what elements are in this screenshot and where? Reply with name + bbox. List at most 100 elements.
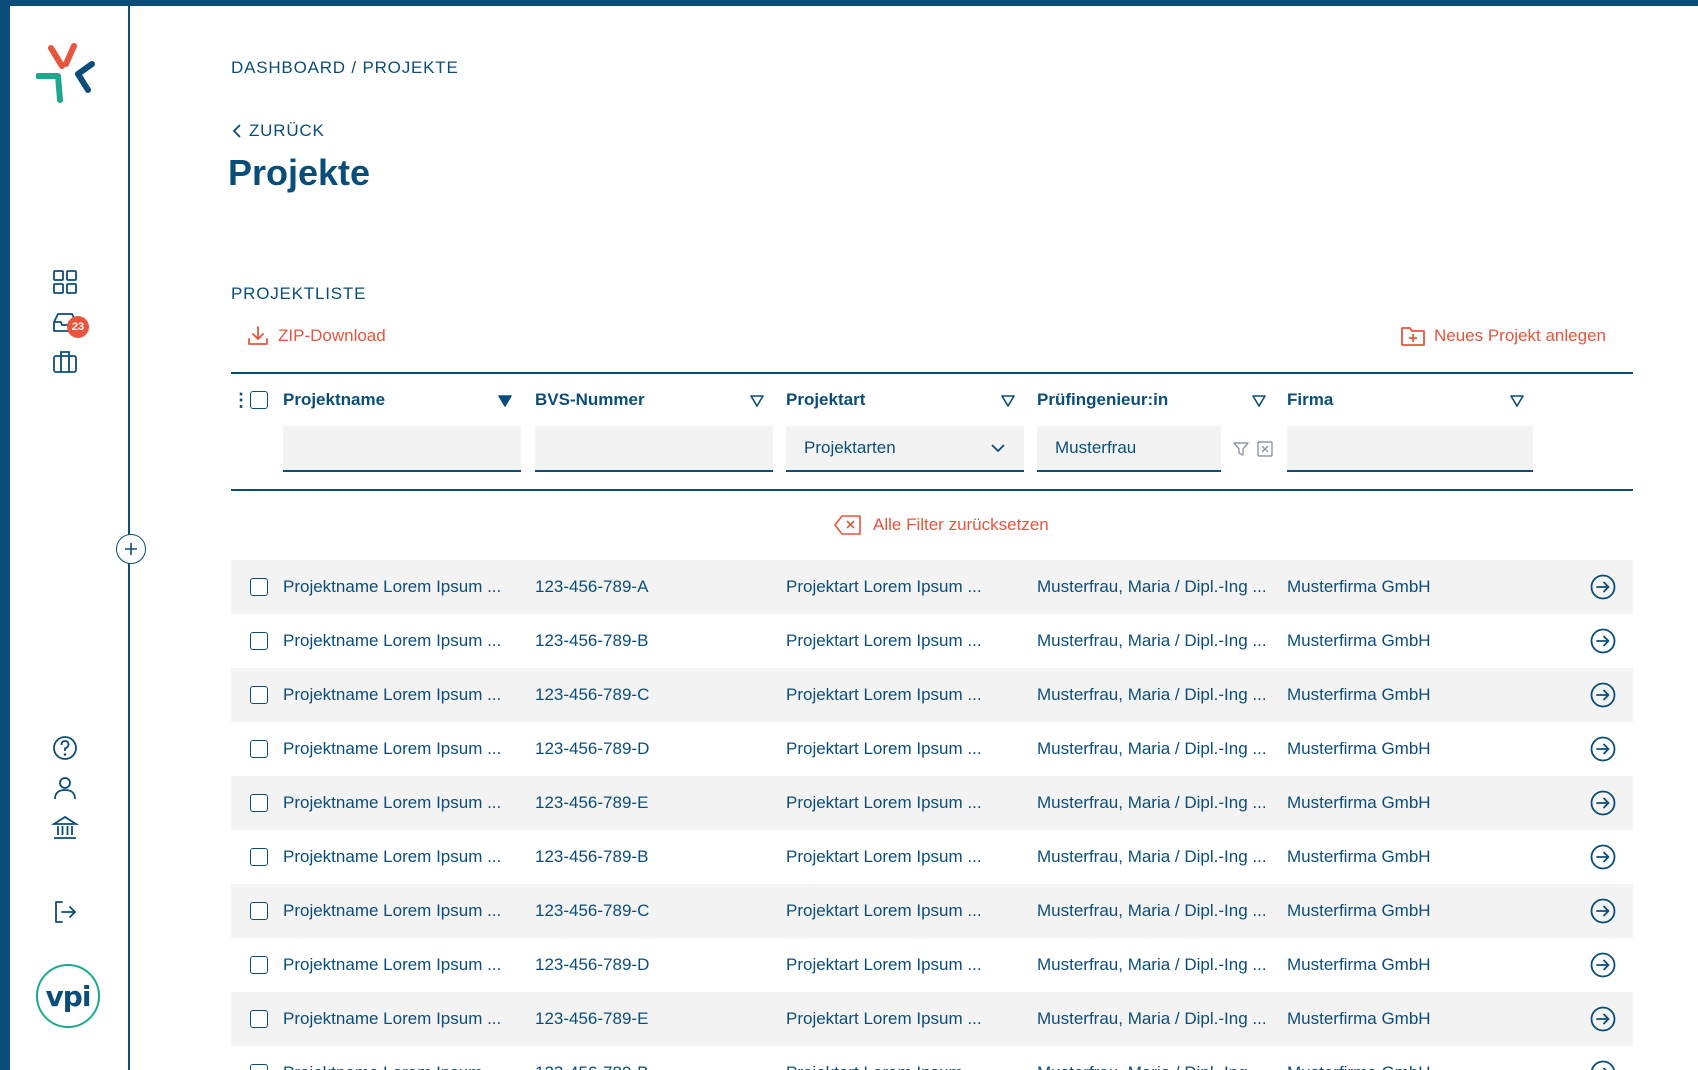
cell-engineer: Musterfrau, Maria / Dipl.-Ing ... bbox=[1037, 901, 1267, 920]
back-label: ZURÜCK bbox=[249, 121, 325, 140]
briefcase-icon[interactable] bbox=[51, 348, 79, 376]
user-icon[interactable] bbox=[51, 774, 79, 802]
cell-type: Projektart Lorem Ipsum ... bbox=[786, 955, 982, 974]
row-checkbox[interactable] bbox=[250, 686, 268, 704]
cell-type: Projektart Lorem Ipsum ... bbox=[786, 685, 982, 704]
row-checkbox[interactable] bbox=[250, 794, 268, 812]
filter-name-input[interactable] bbox=[283, 426, 521, 472]
column-header-type: Projektart bbox=[786, 390, 866, 409]
help-icon[interactable] bbox=[51, 734, 79, 762]
arrow-right-circle-icon[interactable] bbox=[1589, 627, 1617, 655]
cell-bvs: 123-456-789-E bbox=[535, 793, 649, 812]
cell-name: Projektname Lorem Ipsum ... bbox=[283, 739, 502, 758]
arrow-right-circle-icon[interactable] bbox=[1589, 573, 1617, 601]
cell-type: Projektart Lorem Ipsum ... bbox=[786, 577, 982, 596]
breadcrumb[interactable]: DASHBOARD / PROJEKTE bbox=[231, 58, 459, 78]
institution-icon[interactable] bbox=[50, 814, 80, 842]
dashboard-grid-icon[interactable] bbox=[51, 268, 79, 296]
cell-name: Projektname Lorem Ipsum ... bbox=[283, 1009, 502, 1028]
cell-engineer: Musterfrau, Maria / Dipl.-Ing ... bbox=[1037, 631, 1267, 650]
page-title: Projekte bbox=[228, 152, 371, 193]
cell-type: Projektart Lorem Ipsum ... bbox=[786, 739, 982, 758]
cell-bvs: 123-456-789-A bbox=[535, 577, 649, 596]
arrow-right-circle-icon[interactable] bbox=[1589, 681, 1617, 709]
cell-engineer: Musterfrau, Maria / Dipl.-Ing ... bbox=[1037, 793, 1267, 812]
filter-icon[interactable] bbox=[1232, 440, 1250, 458]
notification-badge: 23 bbox=[67, 316, 89, 338]
cell-type: Projektart Lorem Ipsum ... bbox=[786, 793, 982, 812]
table-row[interactable]: Projektname Lorem Ipsum ... 123-456-789-C… bbox=[231, 668, 1633, 722]
chevron-down-icon bbox=[991, 444, 1005, 453]
sort-icon[interactable] bbox=[1251, 394, 1267, 408]
cell-company: Musterfirma GmbH bbox=[1287, 631, 1431, 650]
new-project-button[interactable]: Neues Projekt anlegen bbox=[1400, 324, 1606, 348]
cell-bvs: 123-456-789-B bbox=[535, 847, 649, 866]
table-row[interactable]: Projektname Lorem Ipsum ... 123-456-789-E… bbox=[231, 776, 1633, 830]
row-checkbox[interactable] bbox=[250, 1064, 268, 1070]
row-checkbox[interactable] bbox=[250, 740, 268, 758]
vpi-logo: vpi bbox=[36, 964, 100, 1028]
cell-company: Musterfirma GmbH bbox=[1287, 685, 1431, 704]
cell-bvs: 123-456-789-E bbox=[535, 1009, 649, 1028]
arrow-right-circle-icon[interactable] bbox=[1589, 897, 1617, 925]
clear-all-icon bbox=[834, 515, 861, 535]
logout-icon[interactable] bbox=[51, 898, 79, 926]
row-checkbox[interactable] bbox=[250, 902, 268, 920]
table-row[interactable]: Projektname Lorem Ipsum ... 123-456-789-B… bbox=[231, 614, 1633, 668]
app-logo-icon[interactable] bbox=[35, 42, 96, 106]
section-title: PROJEKTLISTE bbox=[231, 284, 367, 303]
table-row[interactable]: Projektname Lorem Ipsum ... 123-456-789-A… bbox=[231, 560, 1633, 614]
cell-bvs: 123-456-789-C bbox=[535, 901, 650, 920]
table-row[interactable]: Projektname Lorem Ipsum ... 123-456-789-C… bbox=[231, 884, 1633, 938]
sort-icon[interactable] bbox=[1000, 394, 1016, 408]
filter-bvs-input[interactable] bbox=[535, 426, 773, 472]
cell-name: Projektname Lorem Ipsum ... bbox=[283, 685, 502, 704]
cell-engineer: Musterfrau, Maria / Dipl.-Ing ... bbox=[1037, 1009, 1267, 1028]
table-row[interactable]: Projektname Lorem Ipsum ... 123-456-789-D… bbox=[231, 722, 1633, 776]
row-checkbox[interactable] bbox=[250, 632, 268, 650]
new-project-label: Neues Projekt anlegen bbox=[1433, 326, 1606, 345]
reset-filters-button[interactable]: Alle Filter zurücksetzen bbox=[833, 514, 1049, 536]
sort-icon[interactable] bbox=[1509, 394, 1525, 408]
table-row[interactable]: Projektname Lorem Ipsum ... 123-456-789-E… bbox=[231, 992, 1633, 1046]
column-header-bvs: BVS-Nummer bbox=[535, 390, 645, 409]
cell-company: Musterfirma GmbH bbox=[1287, 739, 1431, 758]
filter-company-input[interactable] bbox=[1287, 426, 1533, 472]
cell-name: Projektname Lorem Ipsum ... bbox=[283, 631, 502, 650]
select-all-checkbox[interactable] bbox=[250, 391, 268, 409]
clear-filter-icon[interactable] bbox=[1256, 440, 1274, 458]
arrow-right-circle-icon[interactable] bbox=[1589, 1059, 1617, 1070]
zip-download-button[interactable]: ZIP-Download bbox=[246, 324, 386, 348]
arrow-right-circle-icon[interactable] bbox=[1589, 1005, 1617, 1033]
back-link[interactable]: ZURÜCK bbox=[231, 121, 325, 141]
row-checkbox[interactable] bbox=[250, 578, 268, 596]
sort-icon[interactable] bbox=[497, 394, 513, 408]
cell-type: Projektart Lorem Ipsum ... bbox=[786, 1009, 982, 1028]
table-row[interactable]: Projektname Lorem Ipsum ... 123-456-789-D… bbox=[231, 938, 1633, 992]
cell-type: Projektart Lorem Ipsum ... bbox=[786, 1063, 982, 1070]
row-checkbox[interactable] bbox=[250, 1010, 268, 1028]
arrow-right-circle-icon[interactable] bbox=[1589, 789, 1617, 817]
filter-type-select[interactable]: Projektarten bbox=[786, 426, 1024, 472]
cell-company: Musterfirma GmbH bbox=[1287, 1009, 1431, 1028]
table-row[interactable]: Projektname Lorem Ipsum ... 123-456-789-B… bbox=[231, 830, 1633, 884]
table-row[interactable]: Projektname Lorem Ipsum ... 123-456-789-B… bbox=[231, 1046, 1633, 1070]
arrow-right-circle-icon[interactable] bbox=[1589, 951, 1617, 979]
sidebar-toggle-button[interactable] bbox=[116, 534, 146, 564]
column-header-engineer: Prüfingenieur:in bbox=[1037, 390, 1169, 409]
column-header-company: Firma bbox=[1287, 390, 1334, 409]
row-checkbox[interactable] bbox=[250, 956, 268, 974]
arrow-right-circle-icon[interactable] bbox=[1589, 843, 1617, 871]
app-frame: 23 vpi DASHBOARD / PROJEKTE ZURÜCK Proje… bbox=[10, 6, 1698, 1070]
row-checkbox[interactable] bbox=[250, 848, 268, 866]
cell-company: Musterfirma GmbH bbox=[1287, 847, 1431, 866]
reset-filters-label: Alle Filter zurücksetzen bbox=[873, 515, 1049, 534]
sort-icon[interactable] bbox=[749, 394, 765, 408]
cell-bvs: 123-456-789-D bbox=[535, 739, 650, 758]
arrow-right-circle-icon[interactable] bbox=[1589, 735, 1617, 763]
cell-name: Projektname Lorem Ipsum ... bbox=[283, 793, 502, 812]
filter-engineer-input[interactable] bbox=[1037, 426, 1221, 472]
cell-engineer: Musterfrau, Maria / Dipl.-Ing ... bbox=[1037, 1063, 1267, 1070]
column-menu-icon[interactable]: ⋮ bbox=[232, 390, 250, 411]
table-top-border bbox=[231, 372, 1633, 374]
